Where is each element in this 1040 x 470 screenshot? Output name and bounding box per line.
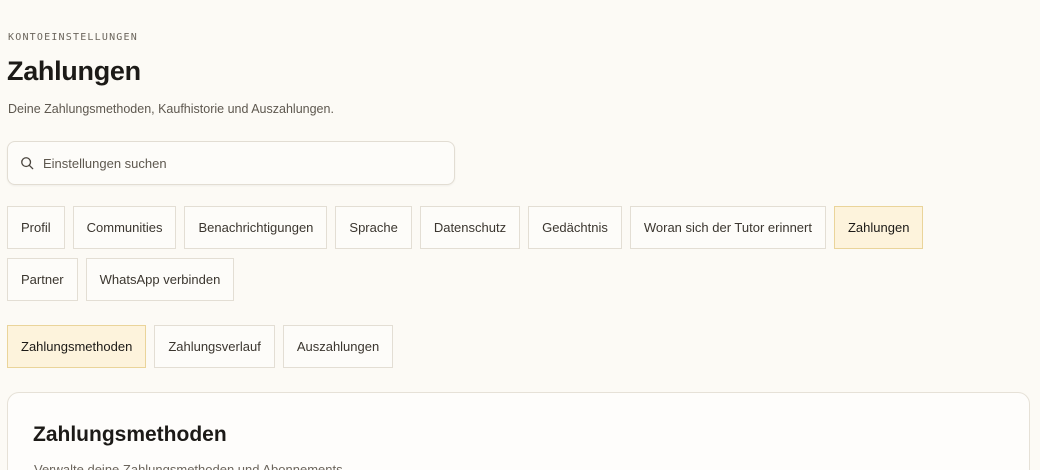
tab-profil[interactable]: Profil <box>7 206 65 249</box>
tab-tutor-memory[interactable]: Woran sich der Tutor erinnert <box>629 206 826 249</box>
search-box[interactable] <box>7 141 455 185</box>
tab-whatsapp[interactable]: WhatsApp verbinden <box>85 258 235 301</box>
tab-communities[interactable]: Communities <box>72 206 177 249</box>
tab-benachrichtigungen[interactable]: Benachrichtigungen <box>184 206 328 249</box>
tab-gedaechtnis[interactable]: Gedächtnis <box>528 206 622 249</box>
card-subtitle: Verwalte deine Zahlungsmethoden und Abon… <box>34 462 347 470</box>
settings-tabs-row-1: Profil Communities Benachrichtigungen Sp… <box>7 206 924 249</box>
search-input[interactable] <box>43 155 443 171</box>
tab-zahlungen[interactable]: Zahlungen <box>833 206 924 249</box>
card-title: Zahlungsmethoden <box>33 423 227 446</box>
subtab-zahlungsverlauf[interactable]: Zahlungsverlauf <box>154 325 275 368</box>
payment-subtabs: Zahlungsmethoden Zahlungsverlauf Auszahl… <box>7 325 394 368</box>
settings-page: KONTOEINSTELLUNGEN Zahlungen Deine Zahlu… <box>0 0 1040 470</box>
subtab-zahlungsmethoden[interactable]: Zahlungsmethoden <box>7 325 147 368</box>
payment-methods-card: Zahlungsmethoden Verwalte deine Zahlungs… <box>7 392 1030 470</box>
tab-partner[interactable]: Partner <box>7 258 78 301</box>
tab-sprache[interactable]: Sprache <box>335 206 412 249</box>
tab-datenschutz[interactable]: Datenschutz <box>419 206 521 249</box>
search-icon <box>21 157 34 170</box>
subtab-auszahlungen[interactable]: Auszahlungen <box>282 325 394 368</box>
page-subtitle: Deine Zahlungsmethoden, Kaufhistorie und… <box>8 102 334 116</box>
section-eyebrow: KONTOEINSTELLUNGEN <box>8 32 138 43</box>
page-title: Zahlungen <box>7 56 141 86</box>
settings-tabs-row-2: Partner WhatsApp verbinden <box>7 258 235 301</box>
